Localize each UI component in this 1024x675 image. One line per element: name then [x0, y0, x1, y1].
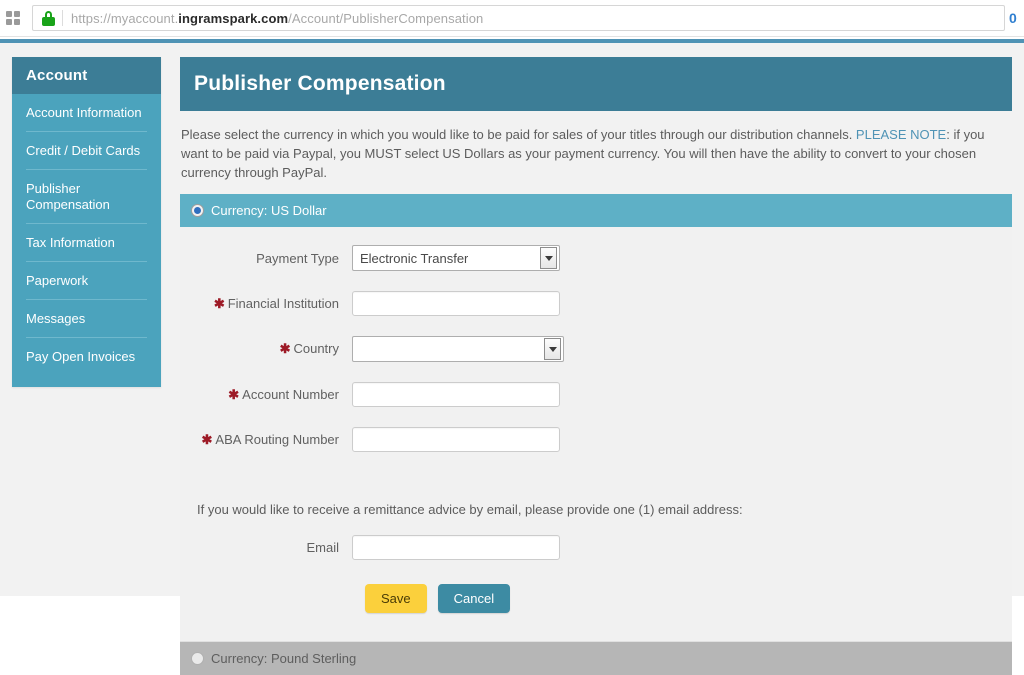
- url-domain: ingramspark.com: [178, 10, 289, 26]
- aba-routing-label-text: ABA Routing Number: [215, 431, 339, 447]
- url-divider: [62, 10, 63, 26]
- account-number-label-text: Account Number: [242, 386, 339, 402]
- grid-apps-icon[interactable]: [2, 7, 24, 29]
- grid-cell: [14, 19, 20, 25]
- email-input[interactable]: [352, 535, 560, 560]
- url-scheme: https://myaccount.: [71, 10, 179, 26]
- payment-type-select[interactable]: Electronic Transfer: [352, 245, 560, 271]
- url-text: https://myaccount.ingramspark.com/Accoun…: [71, 11, 483, 26]
- address-bar[interactable]: https://myaccount.ingramspark.com/Accoun…: [32, 5, 1005, 31]
- row-payment-type: Payment Type Electronic Transfer: [180, 245, 1012, 271]
- cancel-button[interactable]: Cancel: [437, 584, 511, 613]
- row-email: Email: [180, 535, 1012, 560]
- payment-type-label: Payment Type: [256, 250, 339, 266]
- financial-institution-label-text: Financial Institution: [227, 295, 339, 311]
- padlock-secure-icon: [42, 10, 55, 26]
- sidebar-item-pay-open-invoices[interactable]: Pay Open Invoices: [26, 338, 147, 375]
- intro-text-part1: Please select the currency in which you …: [181, 127, 856, 142]
- please-note-link[interactable]: PLEASE NOTE: [856, 127, 946, 142]
- row-country: ✱ Country: [180, 336, 1012, 362]
- intro-paragraph: Please select the currency in which you …: [180, 111, 1012, 194]
- browser-right-indicator[interactable]: 0: [1009, 10, 1024, 26]
- currency-gbp-header[interactable]: Currency: Pound Sterling: [180, 642, 1012, 675]
- grid-cell: [6, 11, 12, 17]
- account-number-label: ✱ Account Number: [180, 387, 352, 403]
- page-body: Account Account Information Credit / Deb…: [0, 43, 1024, 675]
- financial-institution-input[interactable]: [352, 291, 560, 316]
- grid-cell: [6, 19, 12, 25]
- country-select[interactable]: [352, 336, 564, 362]
- currency-gbp-label: Currency: Pound Sterling: [211, 651, 357, 666]
- page-title: Publisher Compensation: [180, 57, 1012, 111]
- account-number-input[interactable]: [352, 382, 560, 407]
- grid-cell: [14, 11, 20, 17]
- country-label: ✱ Country: [180, 341, 352, 357]
- sidebar-item-credit-debit-cards[interactable]: Credit / Debit Cards: [26, 132, 147, 170]
- email-label: Email: [306, 540, 339, 555]
- radio-currency-gbp[interactable]: [191, 652, 204, 665]
- usd-payment-form: Payment Type Electronic Transfer ✱ Financ…: [180, 227, 1012, 642]
- sidebar-item-messages[interactable]: Messages: [26, 300, 147, 338]
- chevron-down-icon[interactable]: [540, 247, 557, 269]
- aba-routing-input[interactable]: [352, 427, 560, 452]
- radio-currency-usd[interactable]: [191, 204, 204, 217]
- sidebar-item-account-information[interactable]: Account Information: [26, 94, 147, 132]
- save-button[interactable]: Save: [365, 584, 427, 613]
- aba-routing-label: ✱ ABA Routing Number: [180, 432, 352, 448]
- form-actions: Save Cancel: [180, 584, 1012, 613]
- sidebar-title: Account: [12, 57, 161, 94]
- sidebar-item-paperwork[interactable]: Paperwork: [26, 262, 147, 300]
- required-asterisk-icon: ✱: [201, 431, 213, 447]
- remittance-instructions: If you would like to receive a remittanc…: [197, 502, 743, 517]
- top-accent-rule: [0, 36, 1024, 43]
- financial-institution-label: ✱ Financial Institution: [180, 296, 352, 312]
- row-aba-routing-number: ✱ ABA Routing Number: [180, 427, 1012, 452]
- content-panel: Publisher Compensation Please select the…: [180, 57, 1012, 675]
- account-sidebar: Account Account Information Credit / Deb…: [12, 57, 161, 387]
- chevron-down-icon[interactable]: [544, 338, 561, 360]
- row-financial-institution: ✱ Financial Institution: [180, 291, 1012, 316]
- sidebar-item-tax-information[interactable]: Tax Information: [26, 224, 147, 262]
- form-spacer: [180, 472, 1012, 502]
- url-path: /Account/PublisherCompensation: [288, 10, 484, 26]
- sidebar-list: Account Information Credit / Debit Cards…: [12, 94, 161, 375]
- country-label-text: Country: [293, 341, 339, 356]
- required-asterisk-icon: ✱: [213, 295, 225, 311]
- row-account-number: ✱ Account Number: [180, 382, 1012, 407]
- currency-usd-header[interactable]: Currency: US Dollar: [180, 194, 1012, 227]
- payment-type-value: Electronic Transfer: [360, 250, 469, 266]
- required-asterisk-icon: ✱: [228, 386, 240, 402]
- browser-toolbar: https://myaccount.ingramspark.com/Accoun…: [0, 0, 1024, 36]
- required-asterisk-icon: ✱: [279, 341, 291, 356]
- sidebar-item-publisher-compensation[interactable]: Publisher Compensation: [26, 170, 147, 224]
- currency-usd-label: Currency: US Dollar: [211, 203, 327, 218]
